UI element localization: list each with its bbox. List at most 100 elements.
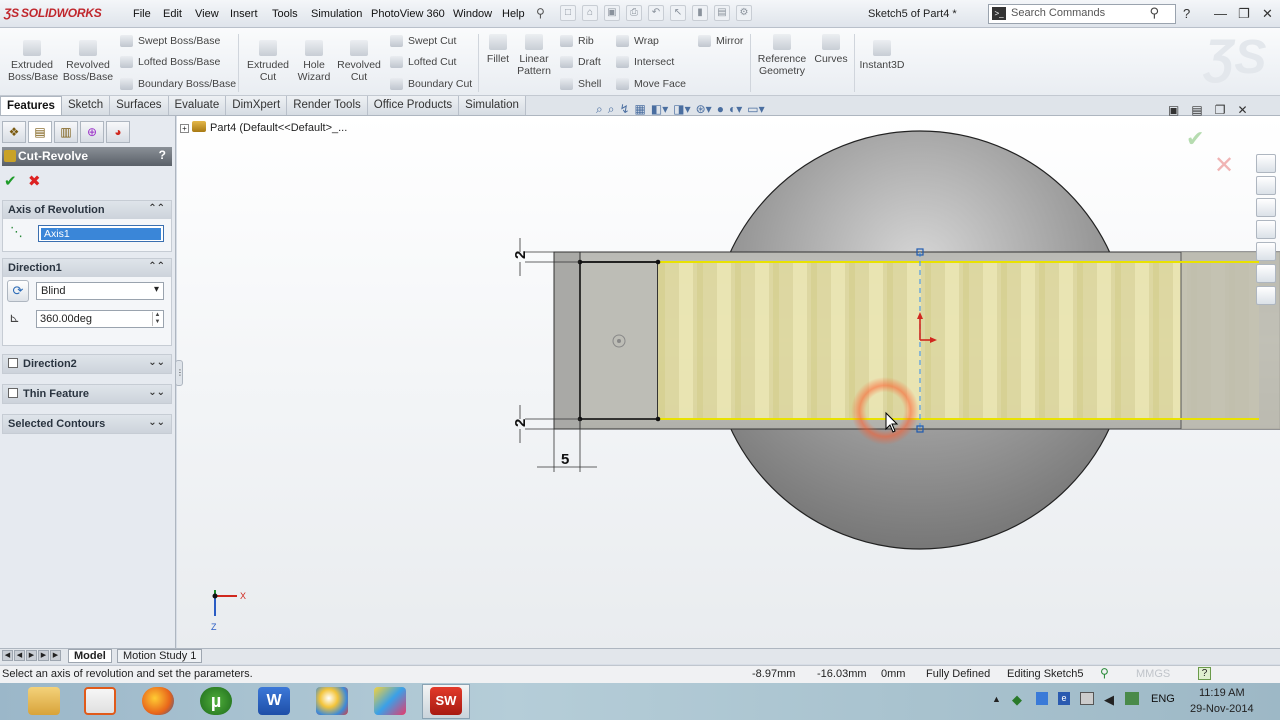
graphics-area[interactable]: 2 2 5 X Z — [177, 116, 1280, 648]
menu-view[interactable]: View — [195, 8, 219, 20]
extruded-boss-button[interactable]: Extruded Boss/Base — [8, 40, 58, 83]
feature-tree-flyout[interactable]: + Part4 (Default<<Default>_... — [180, 121, 347, 134]
ccleaner-taskbar-icon[interactable] — [84, 687, 116, 715]
rebuild-icon[interactable]: ▮ — [692, 5, 708, 21]
help-icon[interactable]: ? — [1183, 6, 1190, 21]
spinner-icon[interactable]: ▲ ▼ — [152, 312, 162, 326]
viewport-icon[interactable]: ▤ — [1191, 103, 1202, 117]
property-manager-tab-icon[interactable]: ▤ — [28, 121, 52, 143]
firefox-taskbar-icon[interactable] — [142, 687, 174, 715]
utorrent-taskbar-icon[interactable]: µ — [200, 687, 232, 715]
thin-feature-checkbox[interactable] — [8, 388, 18, 398]
menu-photoview[interactable]: PhotoView 360 — [371, 8, 445, 20]
view-settings-icon[interactable]: ▭▾ — [747, 102, 764, 117]
confirm-corner-cancel-icon[interactable]: ✕ — [1214, 151, 1234, 180]
confirm-corner-ok-icon[interactable]: ✔ — [1186, 126, 1204, 152]
tile-icon[interactable]: ▣ — [1168, 103, 1179, 117]
tab-office-products[interactable]: Office Products — [367, 96, 460, 115]
revolved-cut-button[interactable]: Revolved Cut — [336, 40, 382, 83]
print-icon[interactable]: ⎙ — [626, 5, 642, 21]
pin-icon[interactable]: ⚲ — [536, 6, 545, 20]
draft-button[interactable]: Draft — [560, 56, 601, 68]
direction1-header[interactable]: Direction1 ⌃⌃ — [3, 259, 171, 277]
wrap-button[interactable]: Wrap — [616, 35, 659, 47]
select-icon[interactable]: ↖ — [670, 5, 686, 21]
view-orientation-icon[interactable]: ◧▾ — [651, 102, 668, 117]
new-icon[interactable]: □ — [560, 5, 576, 21]
menu-tools[interactable]: Tools — [272, 8, 298, 20]
design-library-icon[interactable] — [1256, 198, 1276, 217]
intersect-button[interactable]: Intersect — [616, 56, 674, 68]
shell-button[interactable]: Shell — [560, 78, 601, 90]
tab-dimxpert[interactable]: DimXpert — [226, 96, 288, 115]
tab-render-tools[interactable]: Render Tools — [287, 96, 368, 115]
file-explorer-taskbar-icon[interactable] — [28, 687, 60, 715]
extruded-cut-button[interactable]: Extruded Cut — [244, 40, 292, 83]
revolved-boss-button[interactable]: Revolved Boss/Base — [62, 40, 114, 83]
restore-button[interactable]: ❐ — [1238, 6, 1250, 22]
expand-chevron-icon[interactable]: ⌄⌄ — [148, 417, 165, 428]
minimize-button[interactable]: — — [1214, 6, 1227, 21]
file-properties-icon[interactable]: ▤ — [714, 5, 730, 21]
expand-chevron-icon[interactable]: ⌄⌄ — [148, 387, 165, 398]
end-condition-select[interactable]: Blind ▾ — [36, 282, 164, 300]
prev-tab-icon[interactable]: ◀ — [14, 650, 25, 661]
boundary-boss-button[interactable]: Boundary Boss/Base — [120, 78, 236, 90]
pm-help-icon[interactable]: ? — [159, 148, 166, 162]
lofted-cut-button[interactable]: Lofted Cut — [390, 56, 456, 68]
direction2-header[interactable]: Direction2 ⌄⌄ — [3, 355, 171, 373]
show-hidden-icons[interactable]: ▲ — [992, 694, 1001, 704]
swept-boss-button[interactable]: Swept Boss/Base — [120, 35, 220, 47]
tab-sketch[interactable]: Sketch — [61, 96, 111, 115]
linear-pattern-button[interactable]: Linear Pattern — [514, 34, 554, 77]
resources-icon[interactable] — [1256, 154, 1276, 173]
instant3d-button[interactable]: Instant3D — [858, 40, 906, 71]
custom-properties-icon[interactable] — [1256, 286, 1276, 305]
file-explorer-icon[interactable] — [1256, 220, 1276, 239]
panel-collapse-handle[interactable]: ⋮ — [175, 360, 184, 386]
next-tab-icon[interactable]: ▶ — [26, 650, 37, 661]
view-palette-icon[interactable] — [1256, 242, 1276, 261]
collapse-chevron-icon[interactable]: ⌃⌃ — [148, 203, 165, 214]
search-commands-input[interactable]: >_ Search Commands ⚲ — [988, 4, 1176, 24]
units-system[interactable]: MMGS — [1136, 668, 1170, 680]
swept-cut-button[interactable]: Swept Cut — [390, 35, 456, 47]
axis-group-header[interactable]: Axis of Revolution ⌃⌃ — [3, 201, 171, 219]
battery-icon[interactable] — [1125, 692, 1139, 705]
zoom-to-area-icon[interactable]: ⌕ — [608, 102, 615, 117]
open-icon[interactable]: ⌂ — [582, 5, 598, 21]
previous-view-icon[interactable]: ↯ — [619, 102, 629, 117]
tab-surfaces[interactable]: Surfaces — [110, 96, 169, 115]
curves-button[interactable]: Curves — [812, 34, 850, 65]
search-icon[interactable]: ⚲ — [1149, 5, 1159, 21]
close-button[interactable]: ✕ — [1262, 6, 1273, 22]
display-style-icon[interactable]: ◨▾ — [673, 102, 690, 117]
expand-chevron-icon[interactable]: ⌄⌄ — [148, 357, 165, 368]
undo-icon[interactable]: ↶ — [648, 5, 664, 21]
tab-motion-study-1[interactable]: Motion Study 1 — [117, 649, 203, 663]
language-indicator[interactable]: ENG — [1151, 693, 1175, 705]
expand-icon[interactable]: + — [180, 124, 189, 133]
more-tab-icon[interactable]: ▶ — [50, 650, 61, 661]
menu-insert[interactable]: Insert — [230, 8, 258, 20]
mirror-button[interactable]: Mirror — [698, 35, 743, 47]
menu-help[interactable]: Help — [502, 8, 525, 20]
solidworks-logo[interactable]: ƷS SOLIDWORKS — [4, 6, 102, 20]
help-status-icon[interactable]: ? — [1198, 667, 1211, 680]
last-tab-icon[interactable]: ▶ — [38, 650, 49, 661]
ok-button[interactable]: ✔ — [4, 172, 17, 190]
restore-doc-icon[interactable]: ❐ — [1215, 103, 1226, 117]
media-taskbar-icon[interactable] — [374, 687, 406, 715]
word-taskbar-icon[interactable]: W — [258, 687, 290, 715]
display-manager-tab-icon[interactable]: ◕ — [106, 121, 130, 143]
reference-geometry-button[interactable]: Reference Geometry — [756, 34, 808, 77]
menu-edit[interactable]: Edit — [163, 8, 182, 20]
clock-time[interactable]: 11:19 AM — [1199, 687, 1245, 699]
menu-file[interactable]: File — [133, 8, 151, 20]
dimension-horizontal-text[interactable]: 5 — [561, 451, 569, 468]
close-doc-icon[interactable]: ✕ — [1237, 103, 1247, 117]
tray-app-icon[interactable] — [1036, 692, 1048, 705]
edit-appearance-icon[interactable]: ● — [717, 102, 724, 117]
home-icon[interactable] — [1256, 176, 1276, 195]
apply-scene-icon[interactable]: ◐▾ — [729, 102, 742, 117]
